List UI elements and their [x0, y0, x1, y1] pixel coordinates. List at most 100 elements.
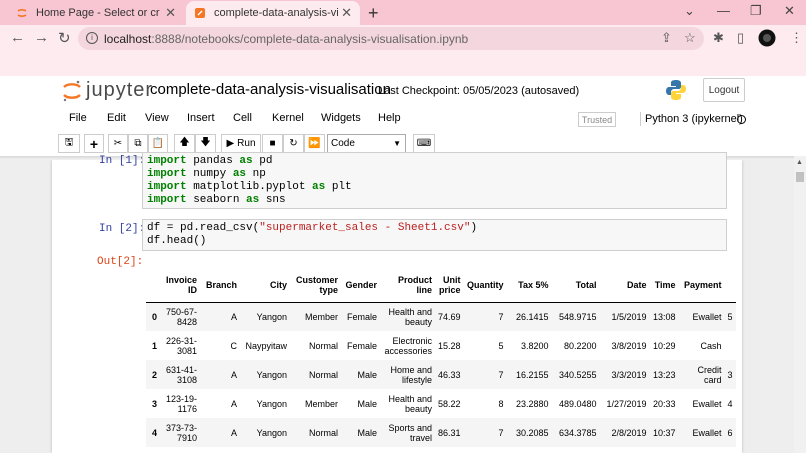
back-arrow-icon[interactable]: ← — [10, 29, 25, 46]
code-text: sns — [259, 194, 286, 206]
menu-kernel[interactable]: Kernel — [272, 112, 304, 124]
table-cell: Female — [346, 340, 377, 351]
cut-button[interactable]: ✂ — [108, 134, 128, 153]
table-cell: 46.33 — [438, 369, 461, 380]
notebook-name[interactable]: complete-data-analysis-visualisation — [150, 81, 391, 98]
move-up-button[interactable]: 🡅 — [174, 134, 195, 153]
kernel-name: Python 3 (ipykernel) — [645, 113, 743, 125]
column-header: Customer type — [295, 274, 338, 295]
table-cell — [725, 331, 736, 360]
trusted-badge[interactable]: Trusted — [578, 112, 616, 127]
menu-view[interactable]: View — [145, 112, 169, 124]
column-header: Quantity — [467, 279, 504, 290]
address-bar[interactable]: i localhost:8888/notebooks/complete-data… — [78, 27, 704, 50]
menu-insert[interactable]: Insert — [187, 112, 215, 124]
scrollbar-thumb[interactable] — [796, 172, 804, 182]
extensions-puzzle-icon[interactable]: ✱ — [713, 30, 724, 46]
divider — [640, 112, 641, 126]
table-cell: 16.2155 — [515, 369, 549, 380]
table-cell: 1/27/2019 — [606, 398, 647, 409]
table-cell: 5 — [727, 311, 733, 322]
profile-avatar-icon[interactable] — [758, 29, 776, 47]
jupyter-logo-icon[interactable] — [62, 79, 82, 103]
table-cell: Ewallet — [692, 311, 722, 322]
table-cell: 13:08 — [653, 311, 676, 322]
sidebar-icon[interactable]: ▯ — [737, 30, 744, 46]
insert-cell-button[interactable]: + — [84, 134, 104, 153]
vertical-scrollbar[interactable]: ▲ — [794, 156, 806, 453]
copy-icon: ⧉ — [134, 138, 142, 149]
checkpoint-status: Last Checkpoint: 05/05/2023 (autosaved) — [378, 85, 580, 97]
row-index: 1 — [151, 340, 157, 351]
bookmark-star-icon[interactable]: ☆ — [684, 30, 696, 46]
move-down-button[interactable]: 🡇 — [195, 134, 216, 153]
tab-title: Home Page - Select or create a n — [36, 7, 160, 19]
keyword: import — [147, 194, 187, 206]
browser-menu-icon[interactable]: ⋮ — [790, 30, 803, 46]
run-button[interactable]: ▶ Run — [221, 134, 261, 153]
restore-button[interactable]: ❐ — [750, 3, 762, 19]
browser-tabstrip: Home Page - Select or create a n ✕ compl… — [0, 0, 806, 25]
tab-notebook[interactable]: complete-data-analysis-visualisat ✕ — [186, 1, 360, 25]
restart-run-all-button[interactable]: ⏩ — [304, 134, 325, 153]
table-cell: 226-31-3081 — [165, 335, 197, 356]
code-cell[interactable]: import pandas as pd import numpy as np i… — [142, 152, 727, 209]
close-tab-icon[interactable]: ✕ — [341, 5, 352, 21]
close-tab-icon[interactable]: ✕ — [165, 5, 176, 21]
save-button[interactable]: 🖫 — [58, 134, 80, 153]
logout-button[interactable]: Logout — [703, 78, 745, 102]
copy-button[interactable]: ⧉ — [128, 134, 148, 153]
table-cell: Yangon — [256, 427, 287, 438]
scroll-up-icon[interactable]: ▲ — [796, 159, 803, 166]
close-window-button[interactable]: ✕ — [784, 3, 795, 19]
table-cell: A — [230, 311, 237, 322]
table-cell: 3 — [727, 369, 733, 380]
keyword: as — [312, 181, 326, 193]
save-icon: 🖫 — [64, 137, 74, 148]
notebook-favicon-icon — [195, 8, 205, 18]
command-palette-button[interactable]: ⌨ — [413, 134, 435, 153]
menu-cell[interactable]: Cell — [233, 112, 252, 124]
paste-button[interactable]: 📋 — [148, 134, 168, 153]
table-row: 4 373-73-7910 A Yangon Normal Male Sport… — [146, 418, 736, 447]
code-cell[interactable]: df = pd.read_csv("supermarket_sales - Sh… — [142, 219, 727, 251]
table-cell: 86.31 — [438, 427, 461, 438]
menu-widgets[interactable]: Widgets — [321, 112, 361, 124]
table-cell: Ewallet — [692, 398, 722, 409]
reload-icon[interactable]: ↻ — [58, 29, 71, 47]
table-cell: C — [230, 340, 238, 351]
table-cell: 80.2200 — [563, 340, 597, 351]
tab-search-icon[interactable]: ⌄ — [684, 3, 695, 19]
minimize-button[interactable]: — — [717, 3, 730, 18]
tab-home-page[interactable]: Home Page - Select or create a n ✕ — [8, 1, 184, 25]
dataframe-table: Invoice ID Branch City Customer type Gen… — [146, 268, 736, 447]
code-line: df = pd.read_csv("supermarket_sales - Sh… — [147, 222, 722, 235]
code-text: plt — [325, 181, 352, 193]
restart-button[interactable]: ↻ — [283, 134, 304, 153]
table-cell: Cash — [700, 340, 722, 351]
table-cell: 6 — [727, 427, 733, 438]
table-cell: Yangon — [256, 369, 287, 380]
menu-file[interactable]: File — [69, 112, 87, 124]
interrupt-button[interactable]: ■ — [262, 134, 283, 153]
menu-edit[interactable]: Edit — [107, 112, 126, 124]
table-cell: Male — [357, 398, 377, 409]
code-text: df = pd.read_csv( — [147, 222, 260, 234]
column-header — [146, 268, 160, 302]
forward-arrow-icon[interactable]: → — [34, 29, 49, 46]
share-icon[interactable]: ⇪ — [661, 30, 672, 46]
table-header-row: Invoice ID Branch City Customer type Gen… — [146, 268, 736, 302]
table-cell: Normal — [308, 340, 338, 351]
new-tab-button[interactable]: + — [368, 3, 379, 24]
menu-help[interactable]: Help — [378, 112, 401, 124]
table-row: 0 750-67-8428 A Yangon Member Female Hea… — [146, 302, 736, 331]
table-cell: Member — [304, 398, 338, 409]
table-cell: Normal — [308, 369, 338, 380]
column-header: City — [269, 279, 287, 290]
table-cell: 2/8/2019 — [611, 427, 647, 438]
table-cell: Home and lifestyle — [390, 364, 432, 385]
site-info-icon[interactable]: i — [86, 32, 98, 44]
keyword: import — [147, 181, 187, 193]
cell-type-select[interactable]: Code ▼ — [327, 134, 406, 153]
table-row: 2 631-41-3108 A Yangon Normal Male Home … — [146, 360, 736, 389]
